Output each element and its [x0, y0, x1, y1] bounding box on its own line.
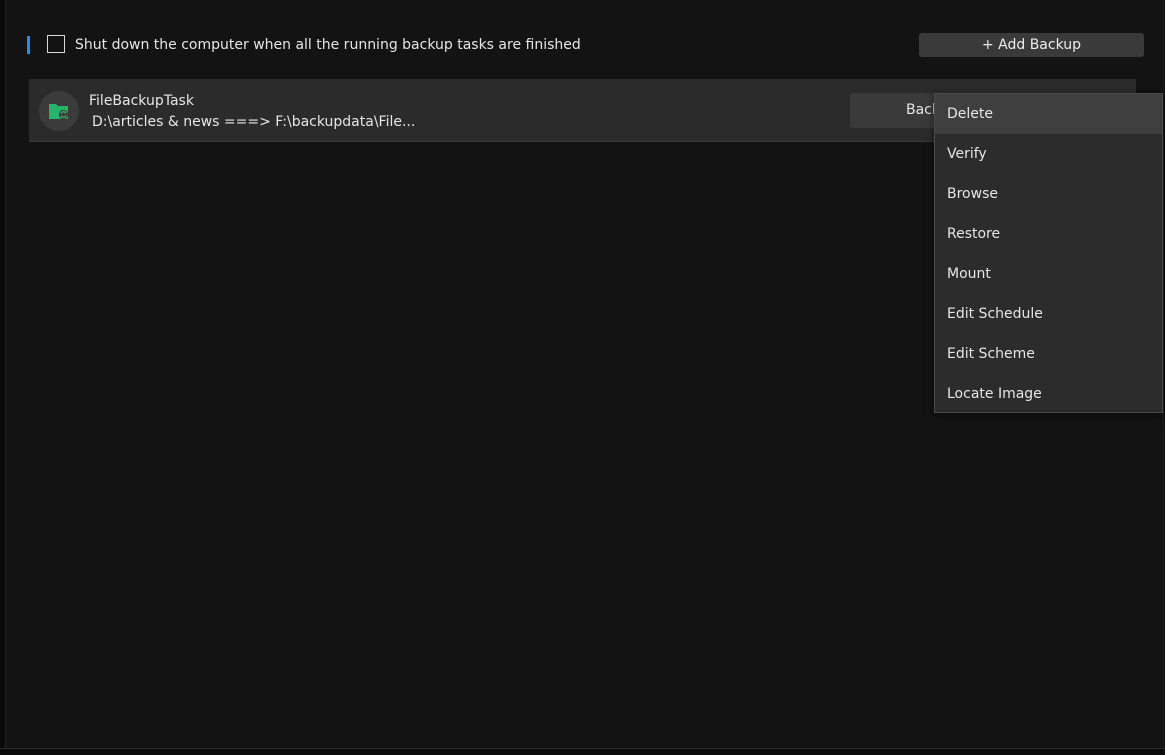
menu-item-browse[interactable]: Browse: [935, 174, 1162, 214]
task-name: FileBackupTask: [89, 93, 194, 109]
shutdown-label: Shut down the computer when all the runn…: [75, 37, 581, 53]
folder-sync-icon: [49, 104, 69, 120]
shutdown-checkbox[interactable]: [47, 35, 65, 53]
accent-bar: [27, 36, 30, 54]
menu-item-restore[interactable]: Restore: [935, 214, 1162, 254]
menu-item-locate-image[interactable]: Locate Image: [935, 374, 1162, 414]
menu-item-verify[interactable]: Verify: [935, 134, 1162, 174]
menu-item-edit-schedule[interactable]: Edit Schedule: [935, 294, 1162, 334]
task-icon-container: [39, 91, 79, 131]
menu-item-delete[interactable]: Delete: [935, 94, 1162, 134]
task-context-menu: Delete Verify Browse Restore Mount Edit …: [934, 93, 1163, 413]
menu-item-edit-scheme[interactable]: Edit Scheme: [935, 334, 1162, 374]
add-backup-button[interactable]: + Add Backup: [919, 33, 1144, 57]
task-path: D:\articles & news ===> F:\backupdata\Fi…: [92, 114, 416, 130]
menu-item-mount[interactable]: Mount: [935, 254, 1162, 294]
